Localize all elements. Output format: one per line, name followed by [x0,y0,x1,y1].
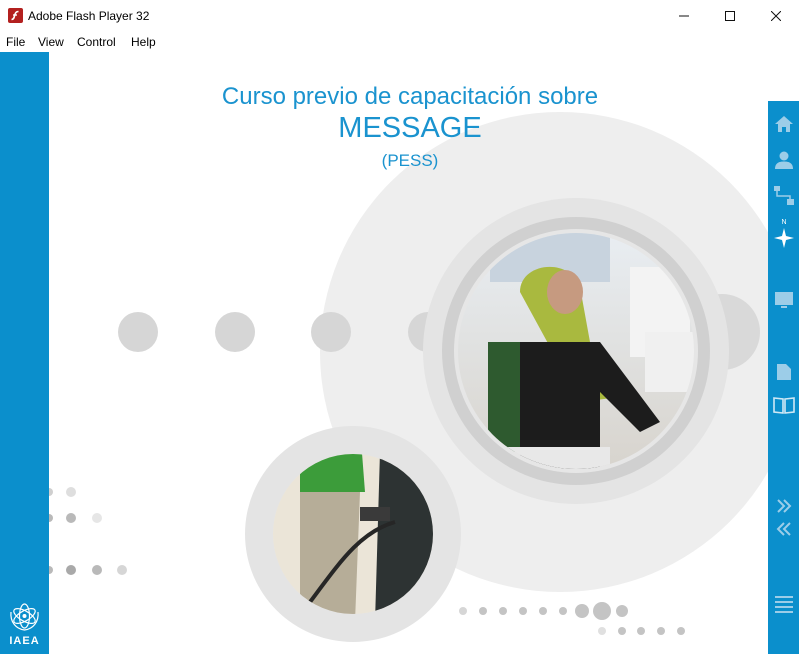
document-icon[interactable] [772,359,796,383]
minimize-button[interactable] [661,0,707,32]
home-icon[interactable] [772,112,796,136]
menu-control[interactable]: Control [77,35,116,49]
title-bar: Adobe Flash Player 32 [0,0,799,32]
maximize-button[interactable] [707,0,753,32]
left-sidebar: IAEA [0,52,49,654]
close-button[interactable] [753,0,799,32]
list-icon[interactable] [772,591,796,615]
decorative-dots-left [45,487,127,575]
right-navigation-bar: N [768,101,799,654]
compass-north-label: N [781,219,786,226]
menu-bar: File View Control Help [0,32,799,53]
iaea-emblem-icon [10,603,39,631]
decorative-dots-bottom [459,602,685,635]
course-title-line1: Curso previo de capacitación sobre [221,83,599,110]
forward-icon[interactable] [772,497,796,515]
window-title: Adobe Flash Player 32 [28,9,150,23]
menu-file[interactable]: File [6,35,25,49]
monitor-icon[interactable] [772,288,796,312]
diagram-icon[interactable] [772,184,796,208]
iaea-logo-text: IAEA [9,635,40,647]
compass-icon[interactable]: N [772,216,796,248]
course-title-line2: MESSAGE [338,112,482,144]
person-icon[interactable] [772,148,796,172]
flash-stage[interactable]: IAEA Curso previo de capacitación sobre … [0,52,799,654]
flash-player-icon [8,8,23,23]
book-icon[interactable] [772,393,796,417]
menu-help[interactable]: Help [131,35,156,49]
menu-view[interactable]: View [38,35,64,49]
course-title-line3: (PESS) [381,151,439,170]
back-icon[interactable] [772,520,796,538]
